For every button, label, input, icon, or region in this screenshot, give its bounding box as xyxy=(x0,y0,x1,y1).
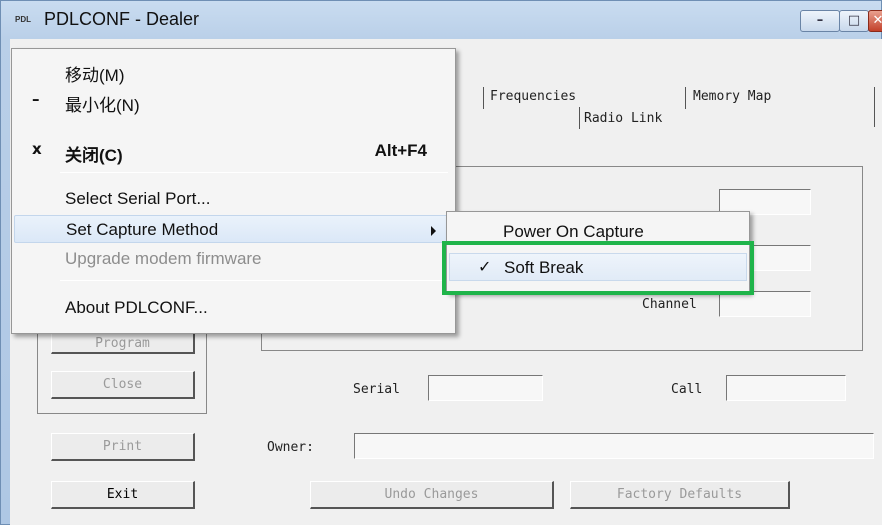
close-icon: x xyxy=(32,140,42,158)
exit-button[interactable]: Exit xyxy=(51,481,195,509)
title-bar[interactable]: PDL PDLCONF - Dealer – □ ✕ xyxy=(1,1,882,39)
menu-item-close[interactable]: x 关闭(C) Alt+F4 xyxy=(14,137,453,165)
minimize-button[interactable]: – xyxy=(800,10,840,32)
menu-item-label: Select Serial Port... xyxy=(65,189,211,208)
close-icon: ✕ xyxy=(872,13,882,28)
menu-divider xyxy=(60,280,448,281)
submenu-item-label: Power On Capture xyxy=(503,222,644,241)
menu-item-label: Upgrade modem firmware xyxy=(65,249,262,268)
menu-item-accelerator: Alt+F4 xyxy=(374,141,427,160)
minimize-icon: – xyxy=(32,90,40,108)
submenu-arrow-icon xyxy=(431,226,436,236)
tab-separator xyxy=(685,87,686,109)
tab-separator xyxy=(579,107,580,129)
highlight-annotation-box xyxy=(442,241,754,295)
undo-changes-button[interactable]: Undo Changes xyxy=(310,481,554,509)
menu-item-label: 关闭(C) xyxy=(65,146,123,165)
close-dialog-button[interactable]: Close xyxy=(51,371,195,399)
channel-label: Channel xyxy=(642,297,697,312)
serial-field[interactable] xyxy=(428,375,543,401)
maximize-button[interactable]: □ xyxy=(839,10,869,32)
tab-separator xyxy=(483,87,484,109)
call-field[interactable] xyxy=(726,375,846,401)
menu-item-minimize[interactable]: – 最小化(N) xyxy=(14,87,453,115)
menu-item-label: 移动(M) xyxy=(65,66,125,85)
factory-defaults-button[interactable]: Factory Defaults xyxy=(570,481,790,509)
tab-radio-link[interactable]: Radio Link xyxy=(584,111,662,126)
menu-item-move[interactable]: 移动(M) xyxy=(14,57,453,85)
app-icon[interactable]: PDL xyxy=(15,14,37,26)
print-button[interactable]: Print xyxy=(51,433,195,461)
menu-item-select-serial-port[interactable]: Select Serial Port... xyxy=(14,185,453,213)
minimize-icon: – xyxy=(816,13,824,28)
serial-label: Serial xyxy=(353,382,400,397)
call-label: Call xyxy=(671,382,703,397)
owner-label: Owner: xyxy=(267,440,314,455)
owner-field[interactable] xyxy=(354,433,874,459)
menu-item-set-capture-method[interactable]: Set Capture Method xyxy=(14,215,453,243)
close-button[interactable]: ✕ xyxy=(868,10,882,32)
tab-memory-map[interactable]: Memory Map xyxy=(693,89,771,104)
maximize-icon: □ xyxy=(847,13,861,28)
tab-separator xyxy=(874,87,875,127)
system-menu: 移动(M) – 最小化(N) x 关闭(C) Alt+F4 Select Ser… xyxy=(11,48,456,334)
menu-item-about[interactable]: About PDLCONF... xyxy=(14,294,453,322)
menu-item-upgrade-modem-firmware[interactable]: Upgrade modem firmware xyxy=(14,245,453,273)
menu-item-label: Set Capture Method xyxy=(66,220,219,239)
tab-frequencies[interactable]: Frequencies xyxy=(490,89,576,104)
menu-divider xyxy=(60,172,448,173)
menu-item-label: About PDLCONF... xyxy=(65,298,208,317)
menu-item-label: 最小化(N) xyxy=(65,96,140,115)
window-title: PDLCONF - Dealer xyxy=(44,9,200,29)
